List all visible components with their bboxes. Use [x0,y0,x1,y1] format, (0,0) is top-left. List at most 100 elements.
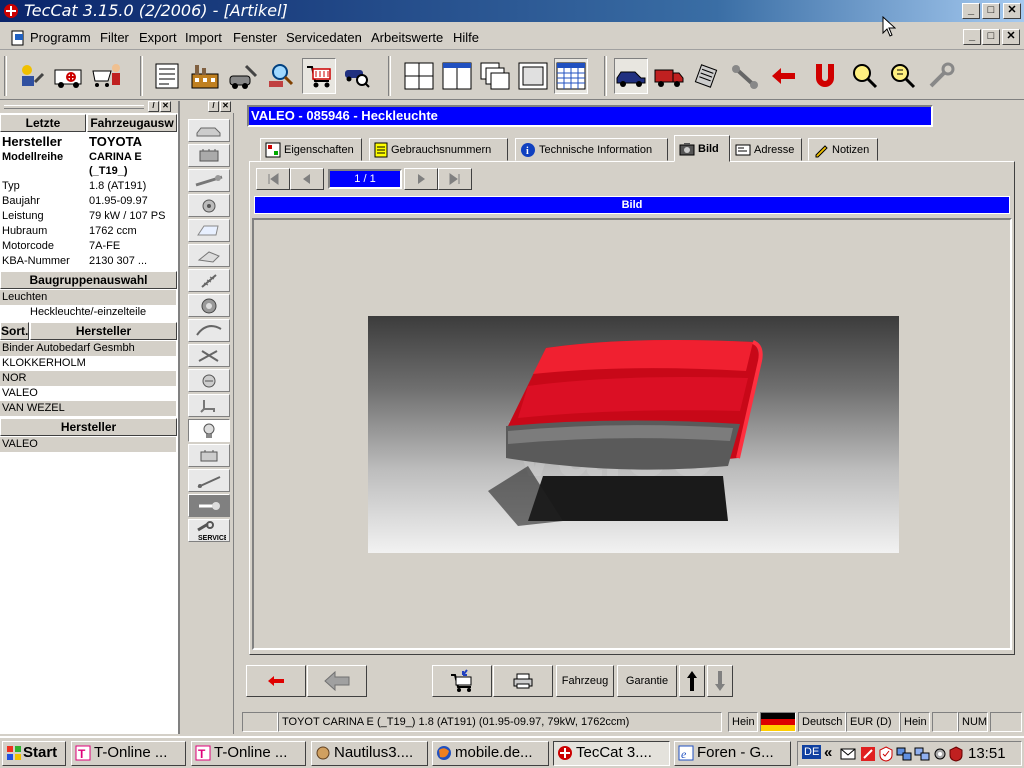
tab-notizen[interactable]: Notizen [808,138,878,161]
truck-icon[interactable] [652,58,686,94]
supplier-item[interactable]: KLOKKERHOLM [0,356,176,371]
seat-icon[interactable] [188,394,230,417]
supplier-item[interactable]: Binder Autobedarf Gesmbh [0,341,176,356]
menu-filter[interactable]: Filter [100,30,129,45]
task-foren[interactable]: e Foren - G... [674,741,791,766]
search-icon[interactable] [848,58,882,94]
cascade-windows-icon[interactable] [478,58,512,94]
supplier-header[interactable]: Hersteller [30,322,177,340]
task-nautilus[interactable]: Nautilus3.... [311,741,428,766]
car-icon[interactable] [614,58,648,94]
search-vehicle-icon[interactable] [264,58,298,94]
network-icon[interactable] [896,746,912,762]
tools-icon[interactable] [188,344,230,367]
mechanic-icon[interactable] [14,58,48,94]
toolbar-float-button[interactable]: / [208,101,219,112]
advanced-search-icon[interactable] [886,58,920,94]
task-mobile-de[interactable]: mobile.de... [432,741,549,766]
wrench-icon[interactable] [924,58,958,94]
close-button[interactable]: ✕ [1003,3,1021,19]
vehicle-button[interactable]: Fahrzeug [556,665,614,697]
group-selection-header[interactable]: Baugruppenauswahl [0,271,177,289]
menu-fenster[interactable]: Fenster [233,30,277,45]
previous-page-button[interactable] [290,168,324,190]
cart-icon[interactable] [302,58,336,94]
car-parts-icon[interactable] [226,58,260,94]
glass-icon[interactable] [188,219,230,242]
menu-import[interactable]: Import [185,30,222,45]
accessories-icon[interactable] [188,494,230,517]
ambulance-icon[interactable] [52,58,86,94]
filter-icon[interactable] [188,369,230,392]
exhaust-icon[interactable] [188,169,230,192]
menu-export[interactable]: Export [139,30,177,45]
tab-vehicle-selection[interactable]: Fahrzeugausw [87,114,177,132]
mail-icon[interactable] [840,746,856,762]
child-restore-button[interactable]: □ [982,29,1000,45]
antivirus-icon[interactable] [860,746,876,762]
tray-expand-chevron[interactable]: « [824,744,832,761]
shield-icon[interactable] [878,746,894,762]
panel-close-button[interactable]: ✕ [160,101,171,112]
task-teccat[interactable]: TecCat 3.... [553,741,670,766]
sort-button[interactable]: Sort. [0,322,29,340]
maximize-button[interactable]: □ [982,3,1000,19]
cable-icon[interactable] [188,319,230,342]
supplier-item[interactable]: VALEO [0,386,176,401]
car-body-icon[interactable] [188,119,230,142]
child-close-button[interactable]: ✕ [1002,29,1020,45]
move-up-button[interactable] [679,665,705,697]
axle-icon[interactable] [728,58,762,94]
form-list-icon[interactable] [150,58,184,94]
minimize-button[interactable]: _ [962,3,980,19]
service-icon[interactable]: SERVICE [188,519,230,542]
engine-parts-icon[interactable] [690,58,724,94]
layout-split-icon[interactable] [440,58,474,94]
back-arrow-icon[interactable] [766,58,800,94]
tab-adresse[interactable]: Adresse [730,138,802,161]
print-button[interactable] [493,665,553,697]
group-item[interactable]: Heckleuchte/-einzelteile [0,305,176,320]
engine-icon[interactable] [188,144,230,167]
supplier-item[interactable]: NOR [0,371,176,386]
menu-hilfe[interactable]: Hilfe [453,30,479,45]
warranty-button[interactable]: Garantie [617,665,677,697]
next-page-button[interactable] [404,168,438,190]
group-item[interactable]: Leuchten [0,290,176,305]
supplier-item[interactable]: VALEO [0,437,176,452]
brake-icon[interactable] [188,194,230,217]
menu-programm[interactable]: Programm [30,30,91,45]
toolbar-close-button[interactable]: ✕ [220,101,231,112]
first-page-button[interactable] [256,168,290,190]
menu-servicedaten[interactable]: Servicedaten [286,30,362,45]
network-2-icon[interactable] [914,746,930,762]
shopper-icon[interactable] [90,58,124,94]
tab-bild[interactable]: Bild [674,135,730,162]
vehicle-search-icon[interactable] [340,58,374,94]
wiper-icon[interactable] [188,469,230,492]
add-to-cart-button[interactable] [432,665,492,697]
factory-icon[interactable] [188,58,222,94]
last-page-button[interactable] [438,168,472,190]
settings-tray-icon[interactable] [932,746,948,762]
language-indicator[interactable]: DE [802,745,822,759]
title-bar[interactable]: TecCat 3.15.0 (2/2006) - [Artikel] _ □ ✕ [0,0,1024,22]
layout-columns-icon[interactable] [516,58,550,94]
wheel-icon[interactable] [188,294,230,317]
tab-recent[interactable]: Letzte [0,114,86,132]
move-down-button[interactable] [707,665,733,697]
electrical-icon[interactable] [188,444,230,467]
layout-grid-icon[interactable] [402,58,436,94]
table-view-icon[interactable] [554,58,588,94]
magnet-icon[interactable] [808,58,842,94]
panel-float-button[interactable]: / [148,101,159,112]
suspension-icon[interactable] [188,269,230,292]
child-minimize-button[interactable]: _ [963,29,981,45]
firewall-icon[interactable] [948,746,964,762]
mirror-icon[interactable] [188,244,230,267]
previous-article-button[interactable] [307,665,367,697]
tab-technische-information[interactable]: i Technische Information [515,138,668,161]
task-t-online-1[interactable]: T T-Online ... [71,741,186,766]
menu-arbeitswerte[interactable]: Arbeitswerte [371,30,443,45]
supplier-item[interactable]: VAN WEZEL [0,401,176,416]
